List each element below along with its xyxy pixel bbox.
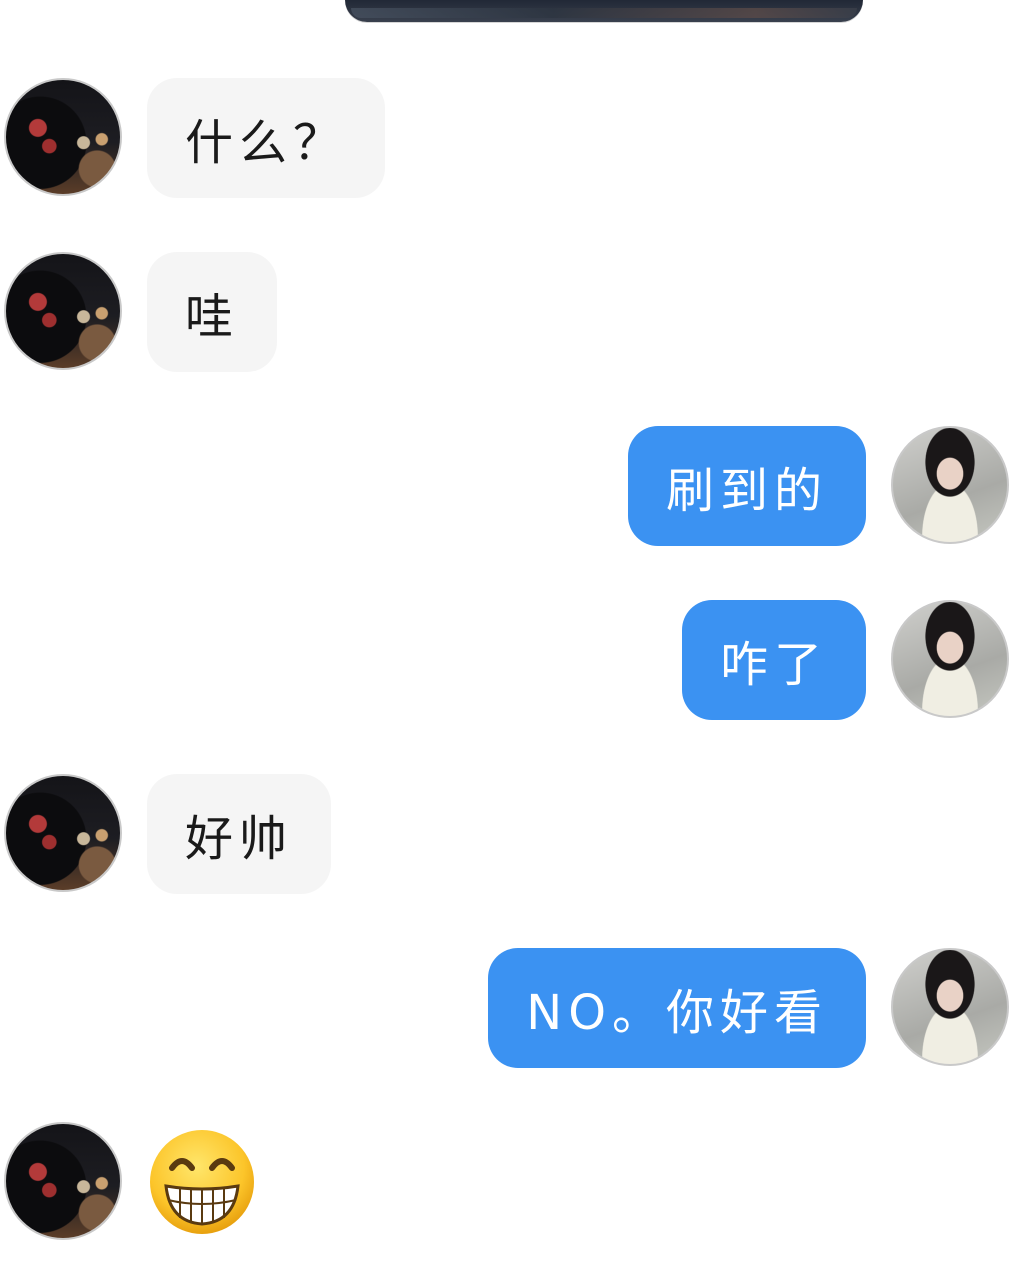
grinning-face-icon[interactable] xyxy=(148,1128,256,1236)
contact-avatar[interactable] xyxy=(4,78,122,196)
message-row: 咋了 xyxy=(0,600,1027,720)
shared-image-preview[interactable] xyxy=(345,0,863,22)
contact-avatar[interactable] xyxy=(4,1122,122,1240)
incoming-message-bubble[interactable]: 好帅 xyxy=(147,774,332,894)
message-text: 什么？ xyxy=(185,115,348,171)
incoming-message-bubble[interactable]: 什么？ xyxy=(147,78,386,198)
message-text: 刷到的 xyxy=(665,463,828,519)
message-row: 好帅 xyxy=(0,774,1027,894)
self-avatar[interactable] xyxy=(891,948,1009,1066)
incoming-message-bubble[interactable]: 哇 xyxy=(147,252,278,372)
contact-avatar[interactable] xyxy=(4,774,122,892)
message-row xyxy=(0,1122,1027,1242)
message-text: 好帅 xyxy=(185,811,294,867)
outgoing-message-bubble[interactable]: NO。你好看 xyxy=(488,948,866,1068)
message-text: 哇 xyxy=(185,289,240,345)
message-row: 什么？ xyxy=(0,78,1027,198)
outgoing-message-bubble[interactable]: 咋了 xyxy=(681,600,866,720)
self-avatar[interactable] xyxy=(891,600,1009,718)
message-row: 刷到的 xyxy=(0,426,1027,546)
message-text: 咋了 xyxy=(719,637,828,693)
message-text: NO。你好看 xyxy=(526,985,828,1041)
outgoing-message-bubble[interactable]: 刷到的 xyxy=(627,426,866,546)
contact-avatar[interactable] xyxy=(4,252,122,370)
message-row: 哇 xyxy=(0,252,1027,372)
self-avatar[interactable] xyxy=(891,426,1009,544)
message-row: NO。你好看 xyxy=(0,948,1027,1068)
